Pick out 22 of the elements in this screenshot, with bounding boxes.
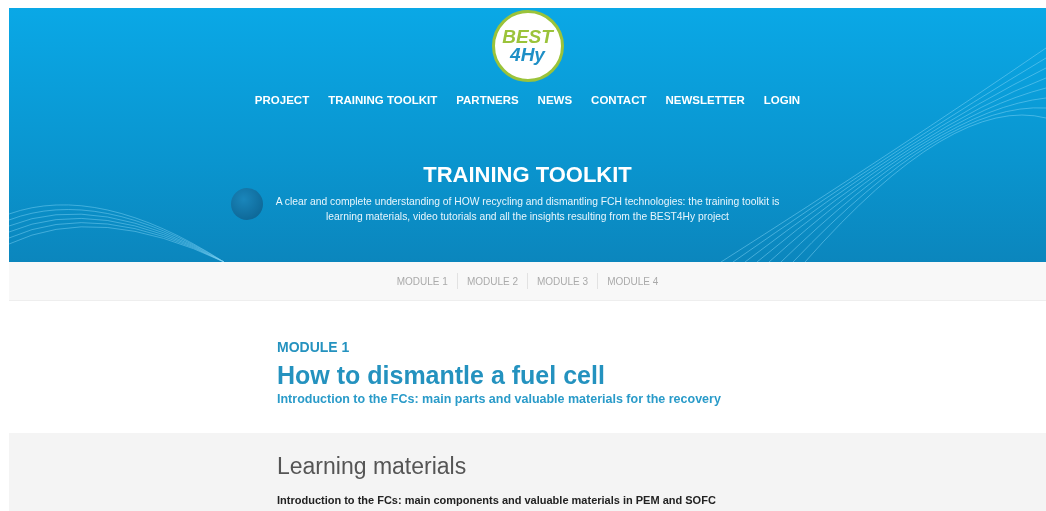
- nav-link[interactable]: NEWSLETTER: [665, 94, 745, 106]
- logo[interactable]: BEST 4Hy: [491, 10, 564, 82]
- module-title: How to dismantle a fuel cell: [277, 361, 606, 390]
- nav-link[interactable]: CONTACT: [591, 94, 647, 106]
- module-tab[interactable]: MODULE 4: [607, 275, 659, 287]
- section-heading: Learning materials: [277, 453, 468, 480]
- logo-text: BEST: [502, 27, 553, 46]
- page-description: A clear and complete understanding of HOW recycling and dismantling FCH technologies: the training toolkit is learning materials, video tutorials and all the insights resulting from the BEST4Hy project: [274, 195, 781, 224]
- logo-text: 4Hy: [510, 46, 545, 65]
- circle-ornament: [231, 188, 263, 220]
- module-tab[interactable]: MODULE 1: [396, 275, 448, 287]
- module-subtitle: Introduction to the FCs: main parts and valuable materials for the recovery: [277, 392, 722, 406]
- module-tab[interactable]: MODULE 2: [466, 275, 518, 287]
- nav-link[interactable]: PARTNERS: [456, 94, 519, 106]
- nav-link[interactable]: PROJECT: [254, 94, 310, 106]
- nav-link[interactable]: LOGIN: [763, 94, 801, 106]
- nav-link[interactable]: TRAINING TOOLKIT: [328, 94, 438, 106]
- module-tab[interactable]: MODULE 3: [537, 275, 589, 287]
- module-label: MODULE 1: [277, 339, 351, 355]
- material-title[interactable]: Introduction to the FCs: main components and valuable materials in PEM and SOFC: [277, 494, 1046, 506]
- page-title: TRAINING TOOLKIT: [423, 162, 632, 188]
- nav-link[interactable]: NEWS: [537, 94, 573, 106]
